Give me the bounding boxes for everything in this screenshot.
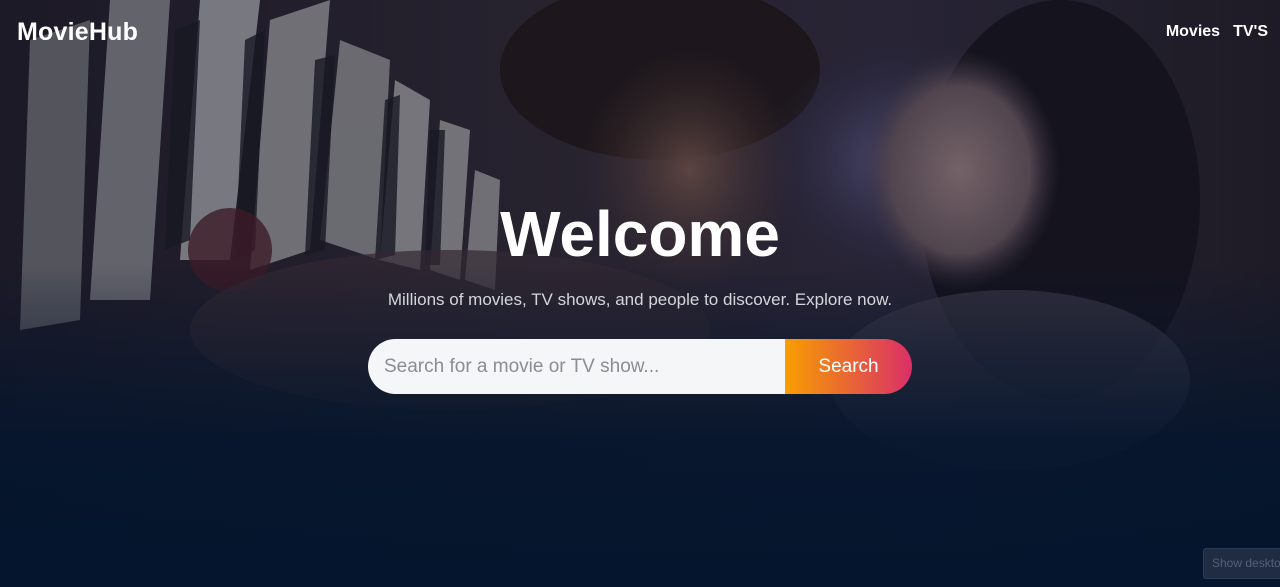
search-input[interactable] bbox=[368, 339, 785, 394]
header: MovieHub Movies TV'S bbox=[0, 0, 1280, 64]
site-logo[interactable]: MovieHub bbox=[17, 18, 138, 47]
search-bar: Search bbox=[368, 339, 912, 394]
search-button[interactable]: Search bbox=[785, 339, 912, 394]
hero-title: Welcome bbox=[500, 198, 780, 270]
hero-subtitle: Millions of movies, TV shows, and people… bbox=[387, 290, 893, 309]
page: MovieHub Movies TV'S Welcome Millions of… bbox=[0, 0, 1280, 587]
hero-section: Welcome Millions of movies, TV shows, an… bbox=[0, 192, 1280, 394]
nav-item-movies[interactable]: Movies bbox=[1166, 23, 1220, 41]
show-desktop-button[interactable]: Show desktop bbox=[1203, 548, 1280, 579]
nav-menu: Movies TV'S bbox=[1166, 23, 1268, 41]
nav-item-tvs[interactable]: TV'S bbox=[1233, 23, 1268, 41]
